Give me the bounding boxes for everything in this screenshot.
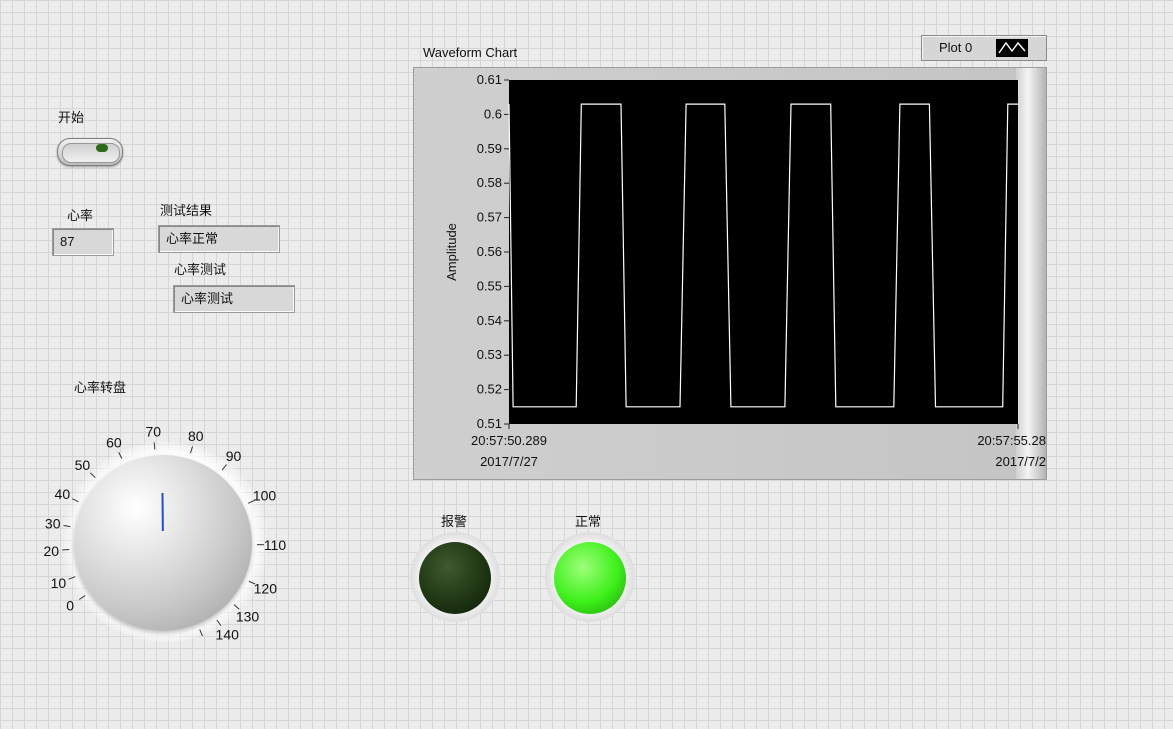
dial-tick-label: 80	[188, 428, 204, 444]
normal-label: 正常	[575, 514, 602, 529]
dial-tick-mark	[68, 576, 76, 580]
dial-tick-label: 40	[55, 486, 71, 502]
dial-tick-mark	[78, 595, 86, 600]
start-label: 开始	[58, 110, 85, 125]
y-tick-label: 0.53	[477, 347, 502, 362]
dial-tick-mark	[153, 442, 156, 450]
y-axis-label: Amplitude	[444, 223, 459, 281]
test-result-indicator: 心率正常	[158, 225, 280, 253]
dial-tick-label: 140	[216, 627, 240, 640]
legend-swatch-icon	[996, 39, 1028, 57]
chart-title: Waveform Chart	[423, 45, 518, 60]
x-tick-label-time: 20:57:55.28	[977, 433, 1046, 448]
normal-led[interactable]	[554, 542, 626, 614]
dial-tick-mark	[63, 524, 71, 528]
legend-label: Plot 0	[939, 40, 973, 55]
dial-tick-label: 150	[195, 638, 219, 640]
heart-test-label: 心率测试	[174, 262, 227, 277]
heart-rate-indicator: 87	[52, 228, 114, 256]
dial-scale: 0 10 20 30 4050 60 70 80 90 100 110 120 130 140150	[43, 423, 287, 640]
dial-tick-label: 100	[253, 488, 277, 504]
y-tick-label: 0.55	[477, 278, 502, 293]
dial-tick-mark	[216, 619, 222, 627]
dial-tick-mark	[118, 452, 123, 459]
dial-tick-label: 50	[75, 457, 91, 473]
dial-tick-label: 0	[66, 598, 74, 614]
x-tick-label-time: 20:57:50.289	[471, 433, 547, 448]
alarm-led[interactable]	[419, 542, 491, 614]
test-result-label: 测试结果	[160, 203, 213, 218]
dial-tick-mark	[199, 629, 203, 637]
dial-tick-mark	[72, 498, 79, 503]
dial-tick-mark	[89, 472, 96, 479]
dial-tick-label: 130	[236, 608, 260, 624]
heart-test-indicator: 心率测试	[173, 285, 295, 313]
dial-tick-label: 60	[106, 434, 122, 450]
dial-tick-mark	[221, 464, 227, 471]
x-tick-label-date: 2017/7/2	[995, 454, 1046, 469]
y-tick-label: 0.54	[477, 313, 502, 328]
chart-svg: 0.61 0.6 0.59 0.58 0.57 0.56 0.55 0.54 0.53 0.52 0…	[444, 72, 1046, 469]
dial-tick-label: 110	[264, 537, 287, 553]
toggle-led	[96, 144, 108, 152]
y-tick-label: 0.59	[477, 141, 502, 156]
dial-tick-label: 90	[226, 448, 242, 464]
dial-tick-label: 70	[145, 423, 161, 439]
alarm-label: 报警	[441, 514, 468, 529]
dial-tick-label: 120	[254, 581, 278, 597]
y-tick-label: 0.57	[477, 210, 502, 225]
y-tick-label: 0.52	[477, 382, 502, 397]
dial-tick-label: 30	[45, 516, 61, 532]
plot-area	[509, 80, 1018, 424]
y-tick-label: 0.56	[477, 244, 502, 259]
start-toggle[interactable]	[57, 138, 123, 166]
y-tick-label: 0.51	[477, 416, 502, 431]
y-tick-label: 0.61	[477, 72, 502, 87]
dial-tick-label: 10	[51, 575, 67, 591]
plot-legend[interactable]: Plot 0	[921, 35, 1047, 61]
heart-rate-label: 心率	[67, 208, 94, 223]
dial-tick-label: 20	[43, 543, 59, 559]
toggle-track	[62, 143, 120, 163]
x-tick-label-date: 2017/7/27	[480, 454, 538, 469]
y-tick-label: 0.58	[477, 175, 502, 190]
y-tick-label: 0.6	[484, 106, 502, 121]
dial-tick-mark	[190, 446, 194, 454]
